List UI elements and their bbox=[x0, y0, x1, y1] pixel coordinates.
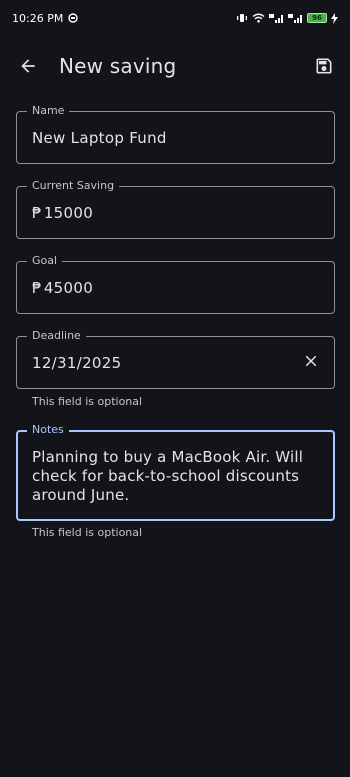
page-title: New saving bbox=[59, 54, 177, 78]
back-button[interactable] bbox=[14, 54, 42, 82]
deadline-label: Deadline bbox=[27, 330, 86, 342]
status-bar: 10:26 PM 96 bbox=[0, 0, 350, 36]
goal-value: 45000 bbox=[43, 279, 94, 297]
current-saving-field[interactable]: Current Saving ₱ 15000 bbox=[16, 180, 335, 239]
name-field[interactable]: Name New Laptop Fund bbox=[16, 105, 335, 164]
close-icon bbox=[302, 352, 320, 374]
save-button[interactable] bbox=[310, 54, 338, 82]
signal-icon bbox=[269, 13, 284, 23]
currency-symbol: ₱ bbox=[32, 279, 42, 297]
current-saving-label: Current Saving bbox=[27, 180, 120, 192]
currency-symbol: ₱ bbox=[32, 204, 42, 222]
current-saving-value: 15000 bbox=[43, 204, 94, 222]
goal-label: Goal bbox=[27, 255, 63, 267]
goal-field[interactable]: Goal ₱ 45000 bbox=[16, 255, 335, 314]
save-icon bbox=[314, 56, 334, 80]
battery-icon: 96 bbox=[307, 13, 327, 23]
goal-value-wrap: ₱ 45000 bbox=[32, 279, 290, 297]
notification-icon bbox=[68, 13, 79, 23]
signal-icon-2 bbox=[288, 13, 303, 23]
notes-value: Planning to buy a MacBook Air. Will chec… bbox=[32, 448, 304, 504]
status-time: 10:26 PM bbox=[12, 11, 64, 25]
deadline-helper: This field is optional bbox=[32, 395, 143, 408]
wifi-icon bbox=[252, 13, 265, 23]
notes-label: Notes bbox=[27, 424, 69, 436]
vibrate-icon bbox=[236, 13, 248, 23]
deadline-value: 12/31/2025 bbox=[32, 354, 122, 372]
deadline-field[interactable]: Deadline 12/31/2025 bbox=[16, 330, 335, 389]
arrow-back-icon bbox=[18, 56, 38, 80]
name-label: Name bbox=[27, 105, 70, 117]
charging-icon bbox=[331, 12, 338, 24]
name-value: New Laptop Fund bbox=[32, 129, 167, 147]
app-bar: New saving bbox=[0, 40, 350, 96]
clear-deadline-button[interactable] bbox=[300, 352, 322, 374]
current-saving-value-wrap: ₱ 15000 bbox=[32, 204, 290, 222]
notes-field[interactable]: Notes Planning to buy a MacBook Air. Wil… bbox=[16, 424, 335, 521]
notes-helper: This field is optional bbox=[32, 526, 143, 539]
